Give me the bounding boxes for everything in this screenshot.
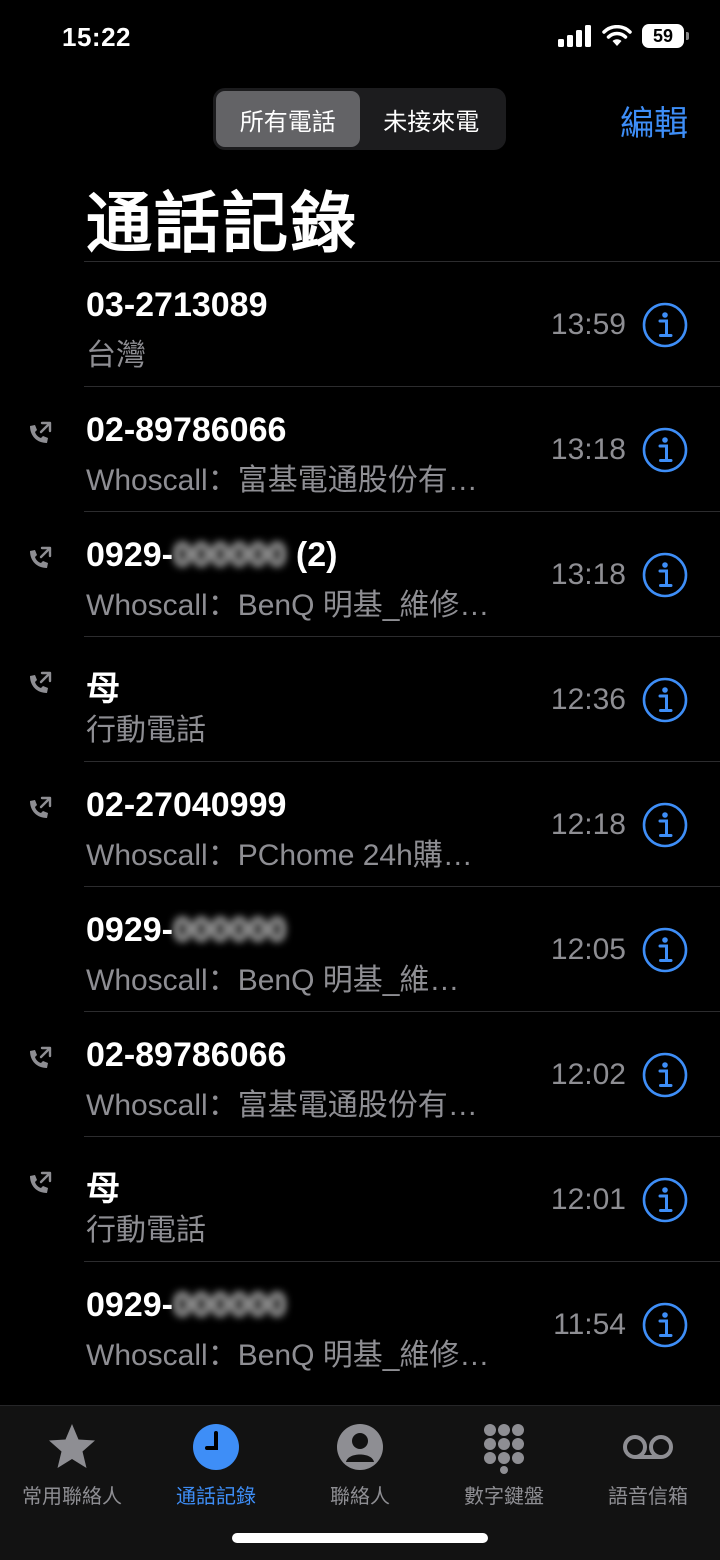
cellular-signal-icon (558, 25, 591, 47)
call-time: 11:54 (553, 1308, 626, 1341)
tab-favorites[interactable]: 常用聯絡人 (0, 1420, 144, 1509)
call-row[interactable]: 母行動電話 12:01 (30, 1136, 720, 1261)
call-name-text: 02-89786066 (86, 411, 287, 449)
call-name-text: 母 (86, 1170, 120, 1208)
home-indicator (232, 1533, 488, 1543)
call-time: 13:18 (550, 433, 626, 466)
call-number-prefix: 0929- (86, 911, 173, 949)
call-name: 02-27040999 (86, 786, 286, 825)
battery-indicator: 59 (642, 24, 689, 48)
clock-icon (193, 1424, 239, 1470)
outgoing-call-icon (30, 421, 52, 443)
status-icons: 59 (558, 24, 689, 48)
redacted-number: 000000 (172, 536, 287, 574)
tab-label-favorites: 常用聯絡人 (22, 1486, 122, 1508)
tab-label-recents: 通話記錄 (176, 1486, 256, 1508)
segment-all-calls[interactable]: 所有電話 (216, 91, 360, 147)
call-time: 12:18 (550, 808, 626, 841)
star-icon (49, 1424, 95, 1468)
call-name: 母 (86, 1161, 120, 1210)
call-subtitle: Whoscall：BenQ 明基_維修… (86, 589, 490, 622)
call-row[interactable]: 03-2713089 台灣 13:59 (84, 261, 720, 386)
call-number-prefix: 0929- (86, 1286, 173, 1324)
call-time: 12:36 (550, 683, 626, 716)
call-row[interactable]: 0929-000000 Whoscall：BenQ 明基_維… 12:05 (84, 886, 720, 1011)
call-row[interactable]: 02-89786066 Whoscall：富基電通股份有… 13:18 (30, 386, 720, 511)
call-subtitle: Whoscall：PChome 24h購… (86, 839, 473, 872)
call-row[interactable]: 0929-000000 Whoscall：BenQ 明基_維修… 11:54 (84, 1261, 720, 1386)
info-icon[interactable] (642, 677, 688, 723)
outgoing-call-icon (30, 1046, 52, 1068)
voicemail-icon (623, 1435, 673, 1459)
tab-recents[interactable]: 通話記錄 (144, 1420, 288, 1509)
info-icon[interactable] (642, 1302, 688, 1348)
call-subtitle: Whoscall：富基電通股份有… (86, 1089, 478, 1122)
call-row[interactable]: 母行動電話 12:36 (30, 636, 720, 761)
tab-label-voicemail: 語音信箱 (608, 1486, 688, 1508)
call-subtitle: Whoscall：BenQ 明基_維修… (86, 1339, 490, 1372)
call-row[interactable]: 0929-000000 (2) Whoscall：BenQ 明基_維修… 13:18 (30, 511, 720, 636)
redacted-number: 000000 (172, 911, 287, 949)
call-name: 03-2713089 (86, 286, 268, 325)
tab-contacts[interactable]: 聯絡人 (288, 1420, 432, 1509)
segment-missed-calls[interactable]: 未接來電 (360, 91, 504, 147)
status-time: 15:22 (62, 22, 131, 52)
call-subtitle: Whoscall：富基電通股份有… (86, 464, 478, 497)
outgoing-call-icon (30, 1171, 52, 1193)
call-subtitle: Whoscall：BenQ 明基_維… (86, 964, 460, 997)
person-icon (337, 1424, 383, 1470)
call-name: 0929-000000 (86, 911, 286, 950)
info-icon[interactable] (642, 1177, 688, 1223)
call-subtitle: 台灣 (86, 339, 146, 372)
redacted-number: 000000 (172, 1286, 287, 1324)
call-count: (2) (286, 536, 338, 574)
call-name: 02-89786066 (86, 1036, 286, 1075)
wifi-icon (602, 25, 632, 46)
call-name-text: 03-2713089 (86, 286, 268, 324)
tab-keypad[interactable]: 數字鍵盤 (432, 1420, 576, 1509)
outgoing-call-icon (30, 671, 52, 693)
call-filter-segmented-control: 所有電話 未接來電 (213, 88, 506, 150)
info-icon[interactable] (642, 552, 688, 598)
tab-label-contacts: 聯絡人 (330, 1486, 390, 1508)
info-icon[interactable] (642, 302, 688, 348)
outgoing-call-icon (30, 546, 52, 568)
outgoing-call-icon (30, 796, 52, 818)
call-name-text: 02-89786066 (86, 1036, 287, 1074)
info-icon[interactable] (642, 1052, 688, 1098)
info-icon[interactable] (642, 427, 688, 473)
call-time: 13:59 (550, 308, 626, 341)
call-name-text: 02-27040999 (86, 786, 287, 824)
page-title: 通話記錄 (86, 186, 358, 260)
call-time: 13:18 (550, 558, 626, 591)
call-time: 12:02 (550, 1058, 626, 1091)
tab-voicemail[interactable]: 語音信箱 (576, 1420, 720, 1509)
edit-button[interactable]: 編輯 (620, 96, 688, 145)
call-time: 12:01 (550, 1183, 626, 1216)
info-icon[interactable] (642, 927, 688, 973)
info-icon[interactable] (642, 802, 688, 848)
call-name-text: 母 (86, 670, 120, 708)
status-bar: 15:22 59 (0, 0, 720, 80)
call-list: 03-2713089 台灣 13:59 02-89786066 Whoscall：富基… (0, 261, 720, 1386)
call-row[interactable]: 02-89786066 Whoscall：富基電通股份有… 12:02 (30, 1011, 720, 1136)
call-subtitle: 行動電話 (86, 714, 206, 747)
tab-label-keypad: 數字鍵盤 (464, 1486, 544, 1508)
call-time: 12:05 (550, 933, 626, 966)
call-name: 0929-000000 (86, 1286, 286, 1325)
call-number-prefix: 0929- (86, 536, 173, 574)
call-name: 0929-000000 (2) (86, 536, 337, 575)
call-name: 母 (86, 661, 120, 710)
call-subtitle: 行動電話 (86, 1214, 206, 1247)
keypad-icon (484, 1424, 524, 1474)
call-name: 02-89786066 (86, 411, 286, 450)
call-row[interactable]: 02-27040999 Whoscall：PChome 24h購… 12:18 (30, 761, 720, 886)
